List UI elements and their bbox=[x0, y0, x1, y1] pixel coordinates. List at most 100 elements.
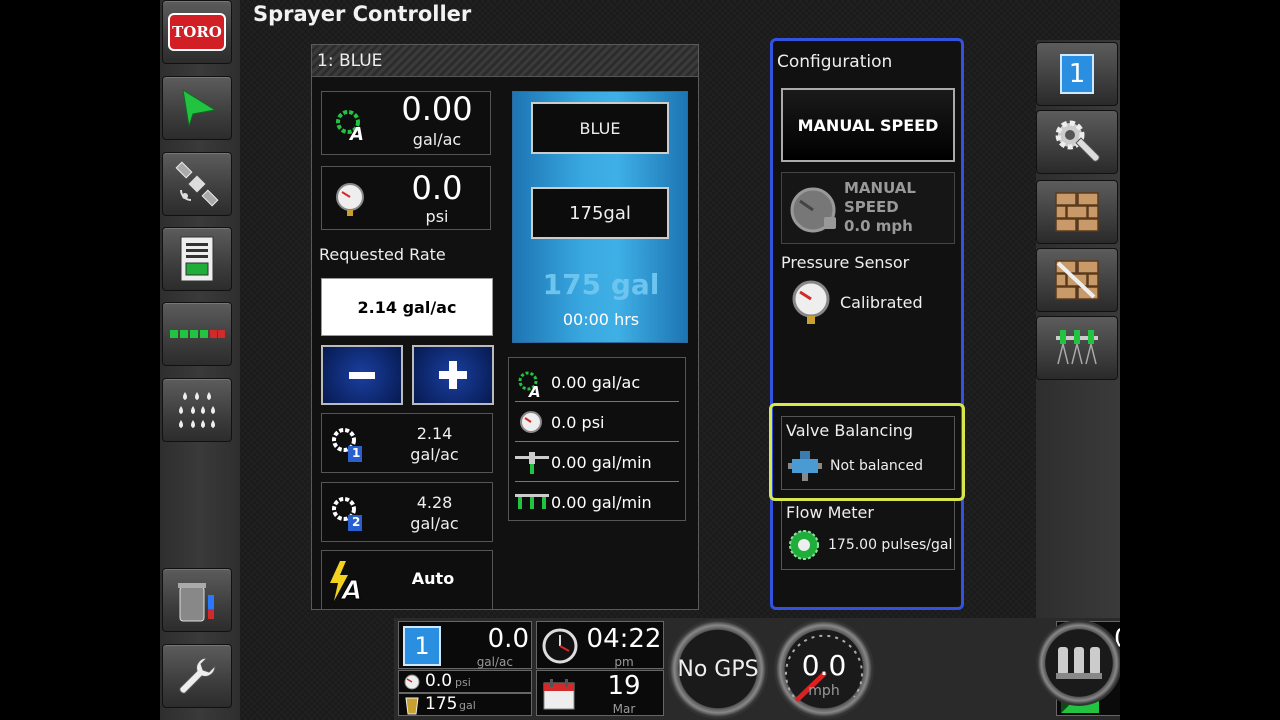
preset-2-unit: gal/ac bbox=[410, 514, 459, 533]
master-switch-icon bbox=[1056, 647, 1102, 679]
flow-meter-value: 175.00 pulses/gal bbox=[828, 537, 953, 553]
product-panel: 1: BLUE A 0.00 gal/ac 0.0 psi Requested … bbox=[311, 44, 699, 610]
readouts-panel: A 0.00 gal/ac 0.0 psi 0.00 gal/min 0.00 … bbox=[508, 357, 686, 521]
tank-fill-button[interactable] bbox=[162, 568, 232, 632]
flow-meter-icon bbox=[789, 530, 819, 560]
status-time: 04:22 bbox=[586, 624, 662, 654]
rate-auto-small-icon: A bbox=[518, 371, 541, 398]
svg-text:A: A bbox=[528, 383, 541, 398]
status-bar: 1 0.0 gal/ac 0.0 psi 175 gal 04:22 pm 19… bbox=[394, 618, 1120, 720]
status-tank: 175 gal bbox=[398, 693, 532, 716]
manual-speed-status: MANUAL SPEED 0.0 mph bbox=[781, 172, 955, 244]
gps-status-dial[interactable]: No GPS bbox=[668, 619, 768, 719]
status-date: 19 Mar bbox=[536, 670, 664, 716]
boom-sections-button[interactable] bbox=[1036, 180, 1118, 244]
tank-fill-icon bbox=[178, 583, 214, 622]
preset-rate-2-button[interactable]: 2 4.28 gal/ac bbox=[321, 482, 493, 542]
status-ampm: pm bbox=[614, 655, 634, 669]
toro-logo-button[interactable]: TORO bbox=[162, 0, 232, 64]
status-pressure: 0.0 psi bbox=[398, 670, 532, 693]
readout-flow-value: 0.00 gal/min bbox=[551, 453, 652, 472]
flow-meter-label: Flow Meter bbox=[786, 503, 874, 522]
nozzles-button[interactable] bbox=[162, 378, 232, 442]
right-rail: 1 bbox=[1036, 40, 1120, 618]
job-report-button[interactable] bbox=[162, 227, 232, 291]
manual-speed-line2: SPEED bbox=[844, 198, 899, 216]
section-status-button[interactable] bbox=[162, 302, 232, 366]
toro-logo: TORO bbox=[168, 13, 226, 51]
gear-wrench-icon bbox=[1055, 120, 1100, 162]
settings-button[interactable] bbox=[162, 644, 232, 708]
status-month: Mar bbox=[612, 702, 636, 716]
calendar-icon bbox=[543, 679, 575, 710]
tank-time: 00:00 hrs bbox=[562, 310, 640, 329]
brick-tool-icon bbox=[1055, 260, 1099, 300]
readout-pressure: 0.0 psi bbox=[515, 404, 679, 442]
preset-2-value: 4.28 bbox=[416, 493, 453, 512]
tank-level-text: 175 gal bbox=[542, 268, 660, 301]
preset-2-badge: 2 bbox=[352, 515, 361, 529]
nozzle-config-button[interactable] bbox=[1036, 316, 1118, 380]
valve-balancing-highlight bbox=[769, 403, 965, 501]
status-tank-value: 175 bbox=[425, 694, 458, 714]
left-rail: TORO bbox=[160, 0, 240, 720]
tank-volume-button[interactable]: 175gal bbox=[531, 187, 669, 239]
sprayer-screen: TORO Sprayer Controller 1: BLUE A 0.00 g… bbox=[160, 0, 1120, 720]
boom-calibration-button[interactable] bbox=[1036, 248, 1118, 312]
status-day: 19 bbox=[607, 671, 641, 701]
status-rate-unit: gal/ac bbox=[476, 655, 513, 669]
manual-speed-button[interactable]: MANUAL SPEED bbox=[781, 88, 955, 162]
master-switch-button[interactable] bbox=[1036, 620, 1120, 706]
gps-button[interactable] bbox=[162, 152, 232, 216]
brick-icon bbox=[1055, 192, 1099, 232]
pressure-value: 0.0 bbox=[411, 169, 463, 207]
wrench-icon bbox=[179, 657, 216, 694]
requested-rate-label: Requested Rate bbox=[319, 245, 446, 264]
tank-display: BLUE 175gal 175 gal 00:00 hrs bbox=[512, 91, 688, 343]
status-clock: 04:22 pm bbox=[536, 621, 664, 669]
rate-display: A 0.00 gal/ac bbox=[321, 90, 491, 155]
configuration-title: Configuration bbox=[777, 52, 893, 72]
single-nozzle-icon bbox=[515, 452, 549, 474]
flow-meter-button[interactable]: Flow Meter 175.00 pulses/gal bbox=[781, 500, 955, 570]
auto-mode-button[interactable]: A Auto bbox=[321, 550, 493, 610]
decrease-rate-button[interactable] bbox=[321, 345, 403, 405]
configuration-tab-button[interactable] bbox=[1036, 110, 1118, 174]
speed-unit: mph bbox=[808, 683, 840, 699]
svg-text:A: A bbox=[348, 124, 364, 142]
product-number-badge: 1 bbox=[1060, 54, 1094, 94]
pressure-sensor-icon bbox=[792, 280, 830, 324]
page-title: Sprayer Controller bbox=[253, 2, 472, 26]
multi-nozzle-icon bbox=[515, 494, 549, 509]
preset-rate-1-button[interactable]: 1 2.14 gal/ac bbox=[321, 413, 493, 473]
plus-icon bbox=[439, 361, 467, 389]
satellite-icon bbox=[175, 161, 219, 207]
status-rate[interactable]: 1 0.0 gal/ac bbox=[398, 621, 532, 669]
rate-value: 0.00 bbox=[401, 90, 473, 128]
guidance-button[interactable] bbox=[162, 76, 232, 140]
status-product-badge: 1 bbox=[403, 626, 441, 666]
increase-rate-button[interactable] bbox=[412, 345, 494, 405]
product-select-button[interactable]: 1 bbox=[1036, 42, 1118, 106]
status-gauge-icon bbox=[404, 674, 420, 690]
speed-dial: 0.0 mph bbox=[774, 619, 874, 719]
manual-speed-value: 0.0 mph bbox=[844, 217, 913, 235]
product-name-button[interactable]: BLUE bbox=[531, 102, 669, 154]
readout-rate: A 0.00 gal/ac bbox=[515, 364, 679, 402]
guidance-arrow-icon bbox=[182, 88, 217, 127]
status-pressure-unit: psi bbox=[455, 676, 471, 689]
readout-total-flow: 0.00 gal/min bbox=[515, 484, 679, 520]
speed-value: 0.0 bbox=[801, 649, 847, 682]
status-tank-unit: gal bbox=[459, 699, 476, 712]
product-header: 1: BLUE bbox=[312, 45, 698, 77]
report-icon bbox=[180, 236, 214, 282]
preset-1-value: 2.14 bbox=[416, 424, 453, 443]
preset-1-badge: 1 bbox=[352, 446, 361, 460]
status-pressure-value: 0.0 bbox=[425, 671, 453, 691]
pressure-gauge-icon bbox=[336, 183, 364, 216]
clock-icon bbox=[542, 628, 578, 664]
requested-rate-input[interactable]: 2.14 gal/ac bbox=[321, 278, 493, 336]
manual-speed-line1: MANUAL bbox=[844, 179, 916, 197]
configuration-panel: Configuration MANUAL SPEED MANUAL SPEED … bbox=[770, 38, 964, 610]
pressure-sensor-label: Pressure Sensor bbox=[781, 253, 910, 272]
